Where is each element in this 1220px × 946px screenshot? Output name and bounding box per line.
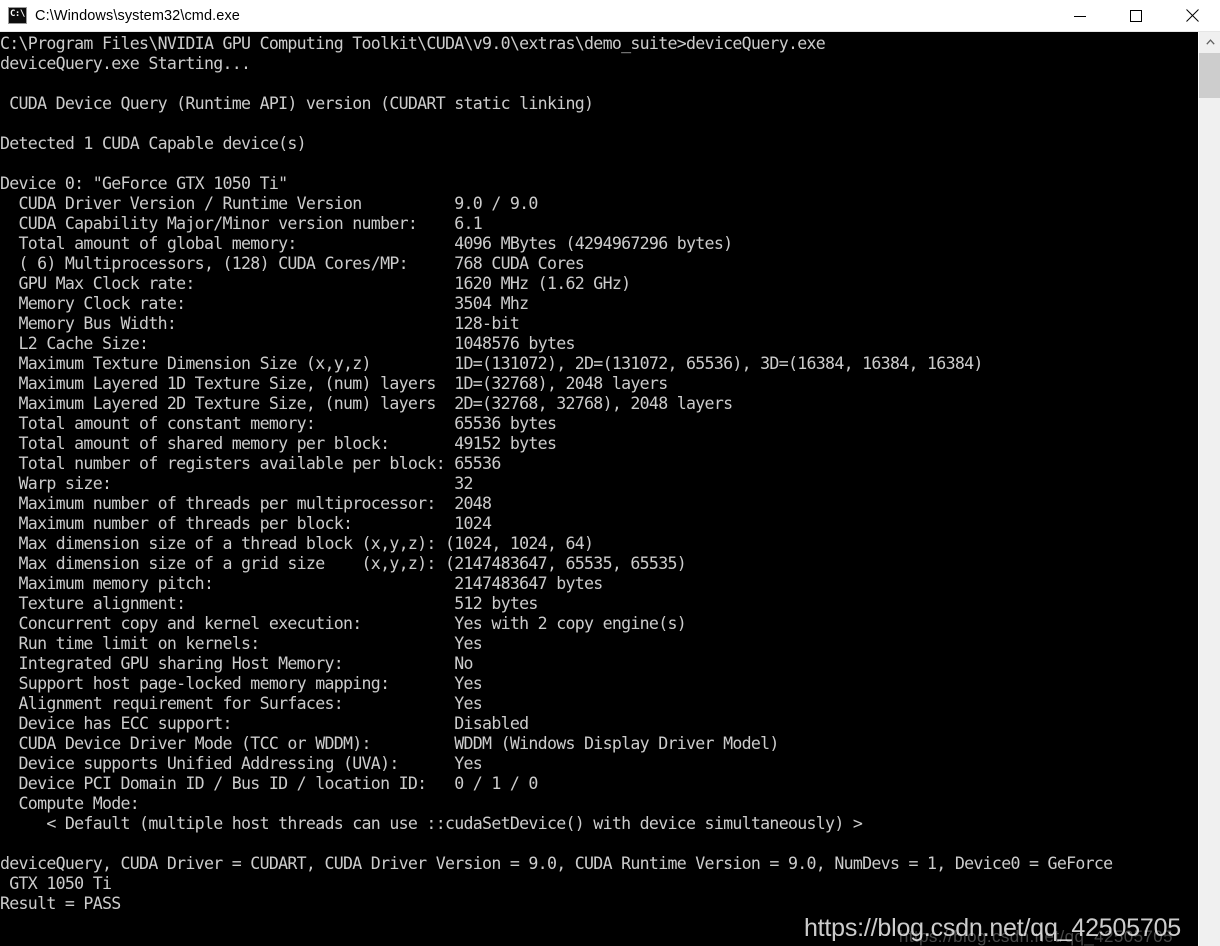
close-icon xyxy=(1185,9,1199,22)
console-text: C:\Program Files\NVIDIA GPU Computing To… xyxy=(0,34,1113,913)
scroll-up-button[interactable] xyxy=(1199,32,1220,52)
cmd-icon-glyph: C:\ xyxy=(10,9,25,19)
chevron-up-icon xyxy=(1205,39,1215,45)
minimize-button[interactable] xyxy=(1052,0,1108,31)
cmd-window: C:\ C:\Windows\system32\cmd.exe C:\Progr… xyxy=(0,0,1220,946)
minimize-icon xyxy=(1074,15,1086,17)
watermark: https://blog.csdn.net/qq_42505705 xyxy=(803,914,1181,942)
maximize-icon xyxy=(1130,9,1142,22)
scrollbar-track[interactable] xyxy=(1199,98,1220,946)
title-bar[interactable]: C:\ C:\Windows\system32\cmd.exe xyxy=(0,0,1220,32)
vertical-scrollbar[interactable] xyxy=(1198,32,1220,946)
cmd-icon: C:\ xyxy=(8,7,27,24)
close-button[interactable] xyxy=(1164,0,1220,31)
scrollbar-thumb[interactable] xyxy=(1199,53,1220,98)
window-controls xyxy=(1052,0,1220,31)
window-title: C:\Windows\system32\cmd.exe xyxy=(35,7,240,24)
window-body: C:\Program Files\NVIDIA GPU Computing To… xyxy=(0,32,1220,946)
console-output-area[interactable]: C:\Program Files\NVIDIA GPU Computing To… xyxy=(0,32,1198,946)
maximize-button[interactable] xyxy=(1108,0,1164,31)
watermark-secondary: https://blog.csdn.net/qq_42505705 xyxy=(898,927,1173,946)
